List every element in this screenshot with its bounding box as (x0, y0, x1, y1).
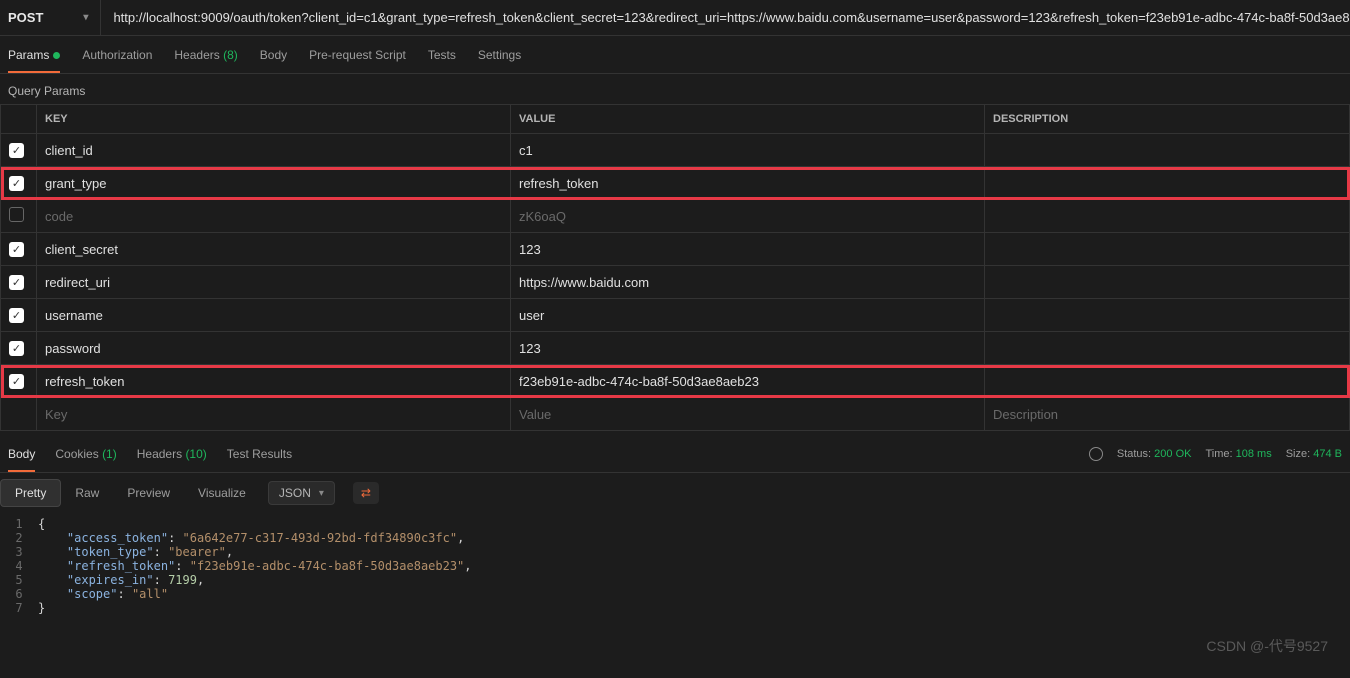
table-row[interactable]: ✓ password123 (1, 332, 1350, 365)
request-bar: POST ▾ http://localhost:9009/oauth/token… (0, 0, 1350, 36)
col-key: KEY (37, 105, 511, 134)
chevron-down-icon: ▾ (83, 12, 88, 23)
checkbox[interactable]: ✓ (9, 374, 24, 389)
param-desc[interactable] (985, 299, 1350, 332)
size-group: Size: 474 B (1286, 448, 1342, 460)
fmt-visualize[interactable]: Visualize (184, 480, 260, 506)
tab-tests[interactable]: Tests (428, 48, 456, 62)
resp-tab-body[interactable]: Body (8, 447, 35, 461)
method-label: POST (8, 10, 43, 25)
param-desc[interactable] (985, 200, 1350, 233)
param-desc[interactable] (985, 233, 1350, 266)
param-value[interactable]: f23eb91e-adbc-474c-ba8f-50d3ae8aeb23 (511, 365, 985, 398)
network-icon[interactable] (1089, 447, 1103, 461)
param-key[interactable]: client_secret (37, 233, 511, 266)
tab-settings[interactable]: Settings (478, 48, 521, 62)
table-row[interactable]: ✓ grant_typerefresh_token (1, 167, 1350, 200)
time-group: Time: 108 ms (1205, 448, 1271, 460)
tab-authorization[interactable]: Authorization (82, 48, 152, 62)
param-key[interactable]: password (37, 332, 511, 365)
table-row-new[interactable]: KeyValueDescription (1, 398, 1350, 431)
param-key[interactable]: client_id (37, 134, 511, 167)
param-key-placeholder[interactable]: Key (37, 398, 511, 431)
col-desc: DESCRIPTION (985, 105, 1350, 134)
checkbox[interactable]: ✓ (9, 308, 24, 323)
param-key[interactable]: code (37, 200, 511, 233)
table-row[interactable]: ✓ redirect_urihttps://www.baidu.com (1, 266, 1350, 299)
param-value[interactable]: https://www.baidu.com (511, 266, 985, 299)
params-table: KEY VALUE DESCRIPTION ✓ client_idc1 ✓ grant… (0, 104, 1350, 431)
param-value[interactable]: 123 (511, 233, 985, 266)
request-tabs: Params Authorization Headers (8) Body Pr… (0, 36, 1350, 74)
param-value[interactable]: user (511, 299, 985, 332)
param-key[interactable]: redirect_uri (37, 266, 511, 299)
checkbox[interactable]: ✓ (9, 242, 24, 257)
tab-headers[interactable]: Headers (8) (174, 48, 237, 62)
param-value[interactable]: 123 (511, 332, 985, 365)
response-tabs: Body Cookies (1) Headers (10) Test Resul… (8, 447, 292, 461)
fmt-preview[interactable]: Preview (113, 480, 184, 506)
table-row[interactable]: ✓ client_idc1 (1, 134, 1350, 167)
response-bar: Body Cookies (1) Headers (10) Test Resul… (0, 435, 1350, 473)
tab-prerequest[interactable]: Pre-request Script (309, 48, 406, 62)
col-value: VALUE (511, 105, 985, 134)
param-desc[interactable] (985, 167, 1350, 200)
resp-tab-tests[interactable]: Test Results (227, 447, 292, 461)
param-value[interactable]: refresh_token (511, 167, 985, 200)
url-input[interactable]: http://localhost:9009/oauth/token?client… (101, 10, 1350, 25)
table-row[interactable]: ✓ usernameuser (1, 299, 1350, 332)
tab-params[interactable]: Params (8, 48, 60, 62)
chevron-down-icon: ▾ (319, 488, 324, 499)
format-bar: Pretty Raw Preview Visualize JSON▾ ⇄ (0, 473, 1350, 513)
param-value[interactable]: zK6oaQ (511, 200, 985, 233)
section-title: Query Params (0, 74, 1350, 104)
param-desc-placeholder[interactable]: Description (985, 398, 1350, 431)
response-body[interactable]: 1{2 "access_token": "6a642e77-c317-493d-… (0, 513, 1350, 619)
param-value-placeholder[interactable]: Value (511, 398, 985, 431)
param-value[interactable]: c1 (511, 134, 985, 167)
checkbox[interactable] (9, 207, 24, 222)
resp-tab-cookies[interactable]: Cookies (1) (55, 447, 116, 461)
resp-tab-headers[interactable]: Headers (10) (137, 447, 207, 461)
dot-indicator-icon (53, 52, 60, 59)
checkbox[interactable]: ✓ (9, 176, 24, 191)
param-key[interactable]: refresh_token (37, 365, 511, 398)
checkbox[interactable]: ✓ (9, 341, 24, 356)
wrap-lines-icon[interactable]: ⇄ (353, 482, 379, 504)
method-selector[interactable]: POST ▾ (0, 0, 101, 35)
checkbox[interactable]: ✓ (9, 275, 24, 290)
fmt-raw[interactable]: Raw (61, 480, 113, 506)
table-row[interactable]: codezK6oaQ (1, 200, 1350, 233)
param-key[interactable]: grant_type (37, 167, 511, 200)
table-row[interactable]: ✓ client_secret123 (1, 233, 1350, 266)
tab-body[interactable]: Body (260, 48, 287, 62)
response-meta: Status: 200 OK Time: 108 ms Size: 474 B (1089, 447, 1342, 461)
param-key[interactable]: username (37, 299, 511, 332)
language-selector[interactable]: JSON▾ (268, 481, 335, 505)
fmt-pretty[interactable]: Pretty (0, 479, 61, 507)
table-row[interactable]: ✓ refresh_tokenf23eb91e-adbc-474c-ba8f-50… (1, 365, 1350, 398)
watermark: CSDN @-代号9527 (1206, 636, 1328, 656)
param-desc[interactable] (985, 134, 1350, 167)
checkbox[interactable]: ✓ (9, 143, 24, 158)
param-desc[interactable] (985, 365, 1350, 398)
status-group: Status: 200 OK (1117, 448, 1192, 460)
param-desc[interactable] (985, 266, 1350, 299)
param-desc[interactable] (985, 332, 1350, 365)
